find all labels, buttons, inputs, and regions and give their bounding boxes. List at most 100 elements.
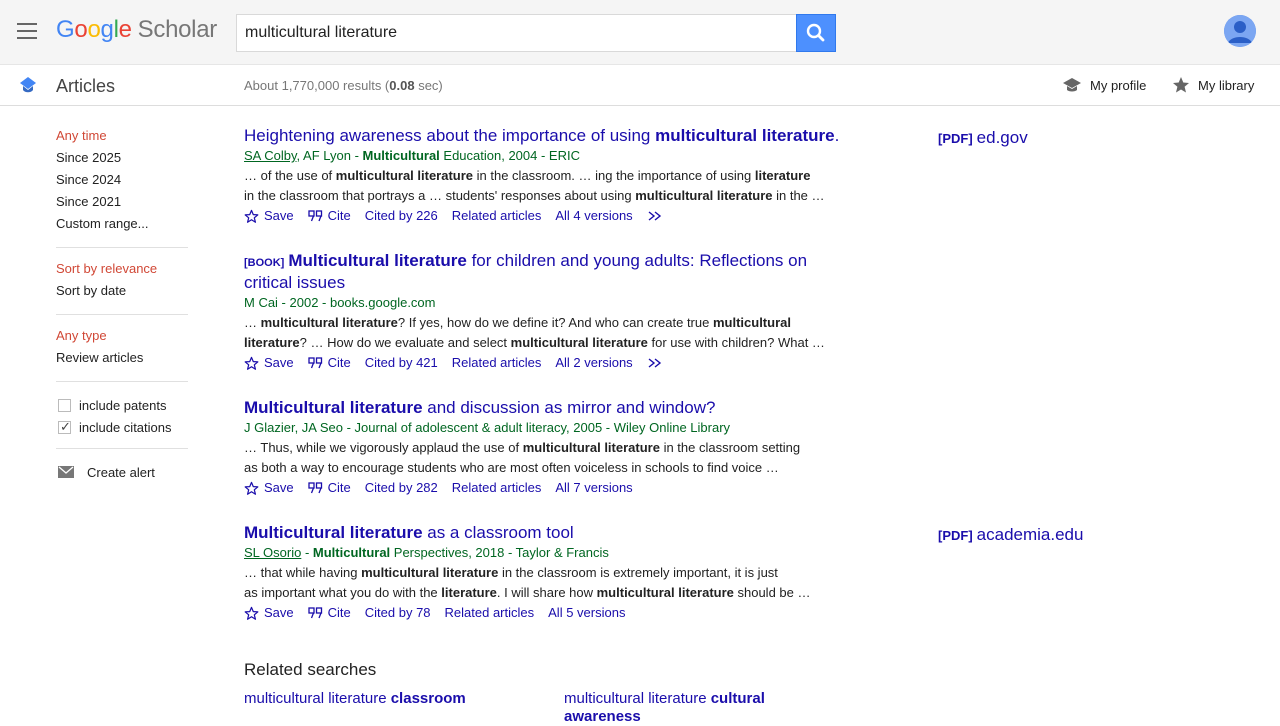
save-label: Save [264,355,294,370]
sort-by-relevance[interactable]: Sort by relevance [56,260,188,282]
title-text: and discussion as mirror and window? [422,398,716,417]
snippet-text: . I will share how [496,585,597,600]
meta-text: , AF Lyon - [296,148,363,163]
result-count: About 1,770,000 results (0.08 sec) [244,78,443,93]
result-actions: Save Cite Cited by 282 Related articles All … [244,479,844,497]
filter-sidebar: Any time Since 2025 Since 2024 Since 202… [56,127,188,483]
all-versions-link[interactable]: All 5 versions [548,604,625,622]
include-patents-checkbox[interactable]: include patents [56,394,188,416]
cite-label: Cite [327,605,351,620]
result-meta: M Cai - 2002 - books.google.com [244,294,844,312]
cite-button[interactable]: Cite [307,604,351,622]
quote-icon [307,210,322,222]
title-text: Multicultural literature [288,251,467,270]
filter-review-articles[interactable]: Review articles [56,349,188,371]
envelope-icon [58,466,74,478]
filter-since-2024[interactable]: Since 2024 [56,171,188,193]
filter-custom-range[interactable]: Custom range... [56,215,188,237]
author-link[interactable]: SA Colby [244,148,297,163]
fulltext-link[interactable]: [PDF] academia.edu [938,525,1083,545]
cite-label: Cite [327,355,351,370]
cited-by-link[interactable]: Cited by 282 [365,479,438,497]
create-alert-label: Create alert [87,464,155,480]
filter-any-time[interactable]: Any time [56,127,188,149]
result-title-link[interactable]: Heightening awareness about the importan… [244,126,844,146]
my-library-link[interactable]: My library [1172,76,1254,94]
filter-any-type[interactable]: Any type [56,327,188,349]
related-articles-link[interactable]: Related articles [452,479,542,497]
more-options-button[interactable] [647,210,668,222]
save-button[interactable]: Save [244,354,294,372]
filter-since-2021[interactable]: Since 2021 [56,193,188,215]
sort-by-date[interactable]: Sort by date [56,282,188,304]
related-search-link[interactable]: multicultural literature cultural awaren… [564,690,804,726]
snippet-text: in the classroom. … ing the importance o… [473,168,755,183]
search-icon [806,23,825,42]
result-title-link[interactable]: [BOOK] Multicultural literature for child… [244,251,844,293]
save-button[interactable]: Save [244,604,294,622]
quote-icon [307,482,322,494]
meta-text: Multicultural [312,545,391,560]
pdf-tag: [PDF] [938,528,973,543]
result-title-link[interactable]: Multicultural literature and discussion … [244,398,844,418]
cite-label: Cite [327,208,351,223]
search-input[interactable] [245,15,785,51]
checkbox-unchecked [58,398,71,412]
result-snippet-line: … that while having multicultural litera… [244,563,844,582]
save-button[interactable]: Save [244,479,294,497]
search-button[interactable] [796,14,836,52]
all-versions-link[interactable]: All 4 versions [555,207,632,225]
save-button[interactable]: Save [244,207,294,225]
filter-since-2025[interactable]: Since 2025 [56,149,188,171]
result-snippet-line: as important what you do with the litera… [244,583,844,602]
related-articles-link[interactable]: Related articles [445,604,535,622]
cited-by-link[interactable]: Cited by 421 [365,354,438,372]
snippet-text: should be … [733,585,811,600]
more-options-button[interactable] [647,357,668,369]
account-avatar[interactable] [1224,15,1256,47]
snippet-text: ? … How do we evaluate and select [299,335,511,350]
related-articles-link[interactable]: Related articles [452,207,542,225]
title-text: . [834,126,840,145]
snippet-text: multicultural literature [335,168,474,183]
cite-button[interactable]: Cite [307,354,351,372]
snippet-text: multicultural literature [635,188,773,203]
graduation-cap-icon [1063,78,1081,92]
fulltext-source: ed.gov [976,128,1028,147]
menu-icon[interactable] [17,23,37,39]
all-versions-link[interactable]: All 2 versions [555,354,632,372]
cite-label: Cite [327,480,351,495]
logo-letter: o [74,16,88,43]
star-outline-icon [244,481,259,495]
fulltext-link[interactable]: [PDF] ed.gov [938,128,1028,148]
quote-icon [307,607,322,619]
snippet-text: … that while having [244,565,362,580]
quote-icon [307,357,322,369]
logo-letter: G [56,16,75,43]
google-scholar-logo[interactable]: Google Scholar [56,16,217,44]
divider [56,448,188,449]
result-count-prefix: About 1,770,000 results ( [244,78,390,93]
my-profile-link[interactable]: My profile [1062,76,1146,94]
related-articles-link[interactable]: Related articles [452,354,542,372]
meta-text: Perspectives, 2018 - Taylor & Francis [390,545,609,560]
snippet-text: in the classroom that portrays a … stude… [244,188,636,203]
result-title-link[interactable]: Multicultural literature as a classroom … [244,523,844,543]
cited-by-link[interactable]: Cited by 78 [365,604,431,622]
related-search-link[interactable]: multicultural literature classroom [244,690,484,708]
meta-text: J Glazier, JA Seo - Journal of adolescen… [244,420,731,435]
snippet-text: ? If yes, how do we define it? And who c… [397,315,713,330]
cite-button[interactable]: Cite [307,479,351,497]
result-actions: Save Cite Cited by 421 Related articles All … [244,354,844,372]
author-link[interactable]: SL Osorio [244,545,301,560]
snippet-text: multicultural literature [260,315,398,330]
search-result: Multicultural literature and discussion … [244,398,844,497]
meta-text: M Cai - 2002 - books.google.com [244,295,436,310]
include-citations-checkbox[interactable]: include citations [56,416,188,438]
top-bar: Google Scholar [0,0,1280,64]
create-alert-button[interactable]: Create alert [56,461,188,483]
cite-button[interactable]: Cite [307,207,351,225]
cited-by-link[interactable]: Cited by 226 [365,207,438,225]
snippet-text: literature [441,585,497,600]
all-versions-link[interactable]: All 7 versions [555,479,632,497]
